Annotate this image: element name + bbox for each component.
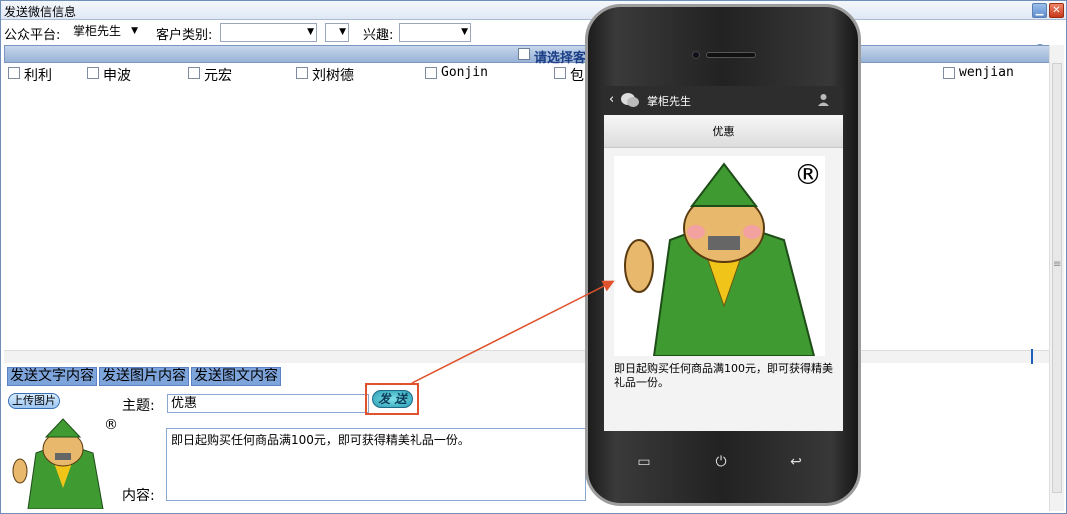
back-icon[interactable]: ‹ bbox=[609, 92, 614, 107]
send-button[interactable]: 发 送 bbox=[372, 390, 413, 408]
user-checkbox[interactable] bbox=[188, 67, 200, 79]
send-wechat-window: 发送微信信息 ▁ ✕ 公众平台: 掌柜先生 ▼ 客户类别: ▼ ▼ 兴趣: ▼ … bbox=[0, 0, 1067, 514]
camera-icon bbox=[692, 51, 700, 59]
chevron-down-icon: ▼ bbox=[461, 27, 468, 37]
user-checkbox[interactable] bbox=[87, 67, 99, 79]
scroll-grip-icon: ≡ bbox=[1053, 259, 1062, 270]
user-list-header: 请选择客 bbox=[4, 45, 1051, 66]
mascot-thumbnail: ® bbox=[12, 417, 118, 509]
customer-type-label: 客户类别: bbox=[156, 28, 213, 43]
tab-send-rich[interactable]: 发送图文内容 bbox=[191, 367, 281, 386]
wechat-icon bbox=[621, 93, 639, 107]
user-checkbox[interactable] bbox=[554, 67, 566, 79]
chevron-down-icon: ▼ bbox=[339, 27, 346, 37]
title-bar: 发送微信信息 ▁ ✕ bbox=[1, 1, 1066, 20]
horizontal-scrollbar[interactable] bbox=[4, 350, 1049, 363]
window-title: 发送微信信息 bbox=[4, 5, 77, 19]
select-all-checkbox[interactable] bbox=[518, 48, 530, 60]
user-checkbox[interactable] bbox=[943, 67, 955, 79]
scroll-thumb[interactable] bbox=[1052, 63, 1062, 493]
user-name: 元宏 bbox=[204, 68, 232, 84]
user-name: 利利 bbox=[24, 68, 52, 84]
user-profile-icon[interactable] bbox=[817, 93, 830, 106]
phone-nav-bar: ▭ ⏻ ↩ bbox=[604, 448, 843, 478]
mascot-image: ® bbox=[614, 156, 825, 356]
scroll-position-marker bbox=[1031, 349, 1033, 364]
minimize-icon: ▁ bbox=[1035, 5, 1044, 16]
customer-type-select[interactable]: ▼ bbox=[220, 23, 317, 42]
account-name: 掌柜先生 bbox=[647, 95, 691, 108]
registered-mark: ® bbox=[104, 417, 118, 433]
phone-screen: ‹ 掌柜先生 优惠 ® 即日起购买任何商品满100元，即可获得精美礼品一份。 bbox=[604, 86, 843, 431]
upload-image-button[interactable]: 上传图片 bbox=[8, 393, 60, 409]
subject-label: 主题: bbox=[122, 398, 155, 414]
user-name: 刘树德 bbox=[312, 68, 354, 84]
platform-select-value: 掌柜先生 bbox=[73, 24, 122, 38]
user-checkbox[interactable] bbox=[8, 67, 20, 79]
close-button[interactable]: ✕ bbox=[1049, 3, 1064, 18]
platform-label: 公众平台: bbox=[4, 28, 61, 43]
message-title: 优惠 bbox=[604, 115, 843, 148]
chat-header: ‹ 掌柜先生 bbox=[604, 86, 843, 115]
minimize-button[interactable]: ▁ bbox=[1032, 3, 1047, 18]
message-body: 即日起购买任何商品满100元，即可获得精美礼品一份。 bbox=[614, 362, 833, 389]
user-name: wenjian bbox=[959, 65, 1014, 80]
user-name: Gonjin bbox=[441, 65, 488, 80]
home-icon[interactable]: ⏻ bbox=[711, 454, 731, 472]
filter-bar: 公众平台: 掌柜先生 ▼ 客户类别: ▼ ▼ 兴趣: ▼ bbox=[1, 21, 1066, 63]
chevron-down-icon: ▼ bbox=[307, 27, 314, 37]
registered-mark: ® bbox=[794, 158, 822, 191]
user-name: 申波 bbox=[103, 68, 131, 84]
tab-send-image[interactable]: 发送图片内容 bbox=[99, 367, 189, 386]
user-checkbox[interactable] bbox=[296, 67, 308, 79]
interest-select[interactable]: ▼ bbox=[399, 23, 471, 42]
subject-input[interactable]: 优惠 bbox=[167, 394, 369, 413]
close-icon: ✕ bbox=[1052, 5, 1061, 16]
interest-label: 兴趣: bbox=[363, 28, 394, 43]
back-arrow-icon[interactable]: ↩ bbox=[786, 454, 806, 472]
user-checkbox[interactable] bbox=[425, 67, 437, 79]
menu-icon[interactable]: ▭ bbox=[634, 454, 654, 472]
content-label: 内容: bbox=[122, 488, 155, 504]
sub-type-select[interactable]: ▼ bbox=[325, 23, 349, 42]
content-textarea[interactable]: 即日起购买任何商品满100元，即可获得精美礼品一份。 bbox=[166, 428, 586, 501]
chevron-down-icon: ▼ bbox=[131, 26, 138, 36]
vertical-scrollbar[interactable] bbox=[1049, 45, 1064, 511]
platform-select[interactable]: 掌柜先生 ▼ bbox=[70, 23, 140, 42]
phone-preview: ‹ 掌柜先生 优惠 ® 即日起购买任何商品满100元，即可获得精美礼品一份。 ▭… bbox=[579, 0, 867, 510]
tab-send-text[interactable]: 发送文字内容 bbox=[7, 367, 97, 386]
speaker-icon bbox=[706, 52, 756, 58]
